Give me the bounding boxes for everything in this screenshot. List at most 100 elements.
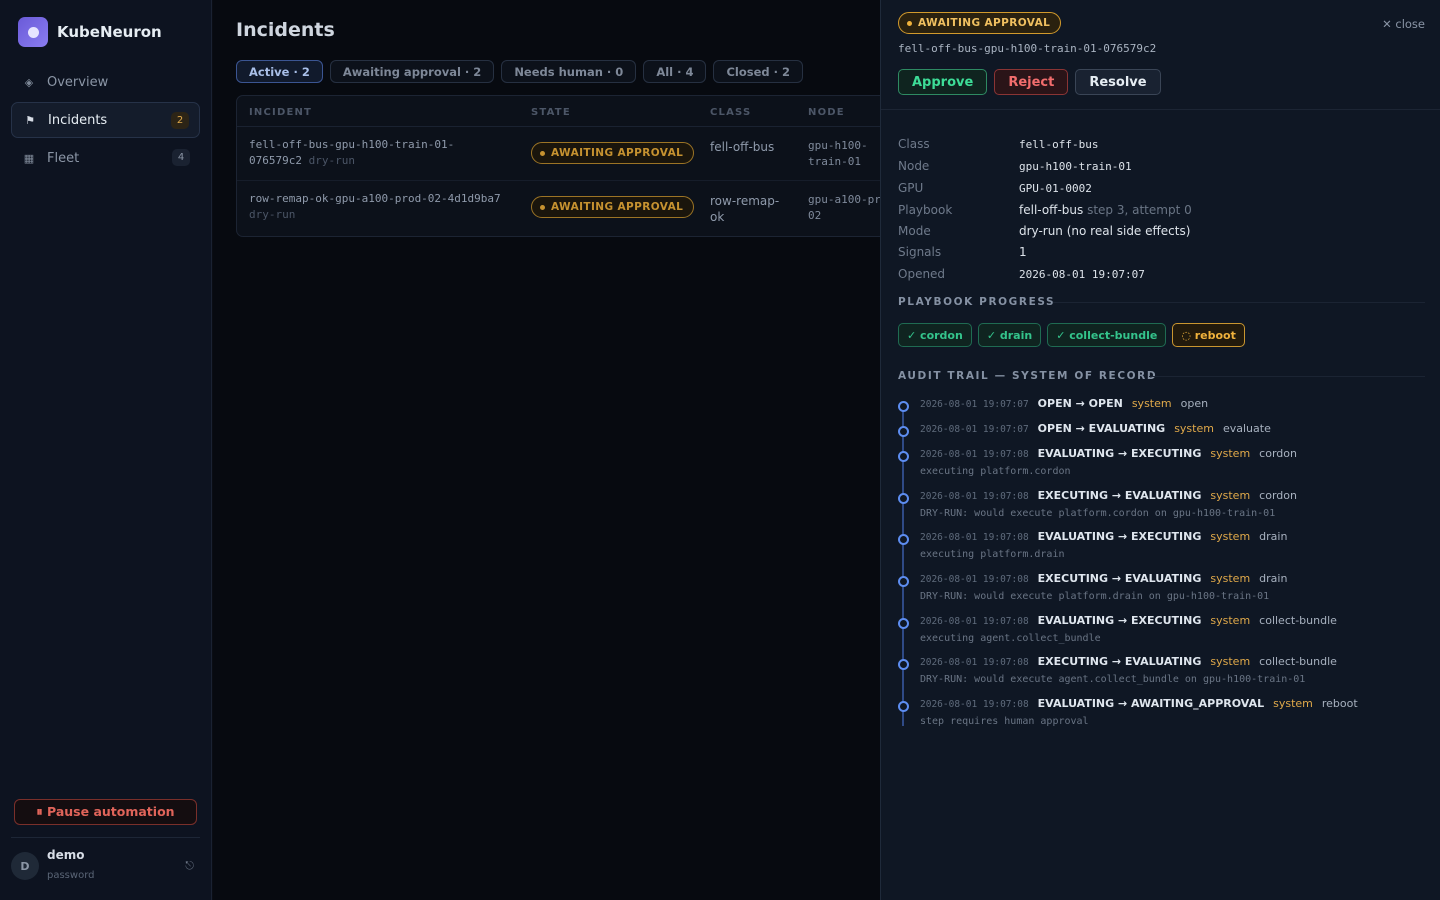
detail-node: Node gpu-h100-train-01 [898, 159, 1132, 173]
timeline-dot-icon [898, 451, 909, 462]
avatar: D [11, 852, 39, 880]
sidebar-item-incidents[interactable]: ⚑ Incidents 2 [11, 102, 200, 138]
user-menu[interactable]: D demo password ⎋ [11, 848, 200, 885]
event-detail: DRY-RUN: would execute platform.cordon o… [920, 508, 1276, 519]
table-row[interactable]: row-remap-ok-gpu-a100-prod-02-4d1d9ba7 d… [237, 181, 895, 235]
event-step: drain [1259, 530, 1288, 543]
main-content: Incidents Active · 2 Awaiting approval ·… [213, 0, 896, 900]
event-step: open [1180, 397, 1209, 410]
section-divider [1053, 302, 1425, 303]
incidents-count-badge: 2 [171, 112, 189, 129]
filter-active[interactable]: Active · 2 [236, 60, 323, 83]
event-timestamp: 2026-08-01 19:07:07 [920, 399, 1029, 410]
event-timestamp: 2026-08-01 19:07:08 [920, 657, 1029, 668]
logout-icon[interactable]: ⎋ [185, 859, 194, 873]
playbook-steps: ✓ cordon ✓ drain ✓ collect-bundle ◌ rebo… [898, 323, 1251, 347]
brand[interactable]: KubeNeuron [18, 17, 162, 47]
reject-button[interactable]: Reject [994, 69, 1069, 95]
detail-signals: Signals 1 [898, 245, 1027, 259]
state-badge: AWAITING APPROVAL [531, 196, 695, 218]
state-badge: AWAITING APPROVAL [531, 142, 695, 164]
event-transition: EVALUATING → EXECUTING [1037, 530, 1202, 543]
filter-all[interactable]: All · 4 [643, 60, 707, 83]
event-detail: step requires human approval [920, 716, 1089, 727]
step-reboot: ◌ reboot [1172, 323, 1245, 347]
resolve-button[interactable]: Resolve [1075, 69, 1161, 95]
event-actor: system [1210, 447, 1251, 460]
approve-button[interactable]: Approve [898, 69, 988, 95]
event-transition: EVALUATING → EXECUTING [1037, 614, 1202, 627]
detail-class: Class fell-off-bus [898, 137, 1099, 151]
sidebar-nav: ◈ Overview ⚑ Incidents 2 ▦ Fleet 4 [11, 64, 200, 178]
event-step: drain [1259, 572, 1288, 585]
event-transition: OPEN → OPEN [1037, 397, 1123, 410]
step-cordon: ✓ cordon [898, 323, 972, 347]
sidebar-item-overview[interactable]: ◈ Overview [11, 64, 200, 100]
column-header-incident[interactable]: INCIDENT [249, 107, 312, 118]
mode-tag: dry-run [308, 154, 355, 167]
event-transition: EXECUTING → EVALUATING [1037, 572, 1202, 585]
incident-detail-panel: AWAITING APPROVAL ✕ close fell-off-bus-g… [880, 0, 1440, 900]
event-actor: system [1273, 697, 1313, 710]
pause-automation-button[interactable]: ⏸ Pause automation [14, 799, 197, 825]
event-step: cordon [1259, 447, 1297, 460]
sidebar-item-label: Fleet [47, 150, 80, 166]
event-detail: DRY-RUN: would execute platform.drain on… [920, 591, 1270, 602]
column-header-state[interactable]: STATE [531, 107, 571, 118]
event-step: evaluate [1222, 422, 1271, 435]
filter-closed[interactable]: Closed · 2 [713, 60, 804, 83]
event-detail: executing platform.drain [920, 549, 1065, 560]
timeline-dot-icon [898, 493, 909, 504]
timeline-dot-icon [898, 618, 909, 629]
incident-id-cell: row-remap-ok-gpu-a100-prod-02-4d1d9ba7 d… [249, 191, 519, 223]
flag-icon: ⚑ [25, 113, 35, 127]
column-header-node[interactable]: NODE [808, 107, 845, 118]
mode-tag: dry-run [249, 208, 296, 221]
incident-id-suffix: 076579c2 [249, 154, 302, 167]
event-timestamp: 2026-08-01 19:07:08 [920, 491, 1029, 502]
timeline-dot-icon [898, 534, 909, 545]
event-timestamp: 2026-08-01 19:07:08 [920, 574, 1029, 585]
timeline-dot-icon [898, 401, 909, 412]
page-title: Incidents [236, 19, 335, 41]
sidebar-item-label: Incidents [48, 112, 108, 128]
event-timestamp: 2026-08-01 19:07:08 [920, 449, 1029, 460]
filter-chips: Active · 2 Awaiting approval · 2 Needs h… [236, 60, 810, 83]
timeline-dot-icon [898, 659, 909, 670]
close-button[interactable]: ✕ close [1382, 17, 1425, 31]
event-transition: EVALUATING → AWAITING_APPROVAL [1037, 697, 1265, 710]
event-transition: EXECUTING → EVALUATING [1037, 489, 1202, 502]
incident-id: fell-off-bus-gpu-h100-train-01-076579c2 [898, 42, 1157, 55]
state-badge: AWAITING APPROVAL [898, 12, 1062, 34]
incident-id: fell-off-bus-gpu-h100-train-01- [249, 138, 455, 151]
step-collect-bundle: ✓ collect-bundle [1047, 323, 1167, 347]
event-step: collect-bundle [1259, 655, 1337, 668]
event-detail: DRY-RUN: would execute agent.collect_bun… [920, 674, 1306, 685]
sidebar: KubeNeuron ◈ Overview ⚑ Incidents 2 ▦ Fl… [0, 0, 212, 900]
table-header: INCIDENT STATE CLASS NODE [237, 96, 895, 127]
overview-icon: ◈ [24, 75, 34, 89]
step-drain: ✓ drain [977, 323, 1042, 347]
user-name: demo [47, 848, 85, 862]
event-actor: system [1210, 655, 1251, 668]
timeline-dot-icon [898, 701, 909, 712]
action-buttons: Approve Reject Resolve [898, 69, 1168, 95]
event-actor: system [1210, 530, 1251, 543]
section-divider [1149, 376, 1425, 377]
detail-opened: Opened 2026-08-01 19:07:07 [898, 267, 1145, 281]
filter-awaiting-approval[interactable]: Awaiting approval · 2 [329, 60, 495, 83]
panel-header: AWAITING APPROVAL ✕ close fell-off-bus-g… [881, 0, 1440, 110]
event-timestamp: 2026-08-01 19:07:07 [920, 424, 1029, 435]
filter-needs-human[interactable]: Needs human · 0 [501, 60, 637, 83]
event-actor: system [1131, 397, 1172, 410]
sidebar-item-fleet[interactable]: ▦ Fleet 4 [11, 140, 200, 176]
detail-mode: Mode dry-run (no real side effects) [898, 224, 1191, 238]
table-row[interactable]: fell-off-bus-gpu-h100-train-01- 076579c2… [237, 127, 895, 181]
event-actor: system [1210, 614, 1251, 627]
event-detail: executing platform.cordon [920, 466, 1071, 477]
sidebar-divider [11, 837, 200, 838]
event-timestamp: 2026-08-01 19:07:08 [920, 532, 1029, 543]
column-header-class[interactable]: CLASS [710, 107, 751, 118]
incident-id: row-remap-ok-gpu-a100-prod-02-4d1d9ba7 [249, 192, 501, 205]
event-actor: system [1210, 572, 1251, 585]
